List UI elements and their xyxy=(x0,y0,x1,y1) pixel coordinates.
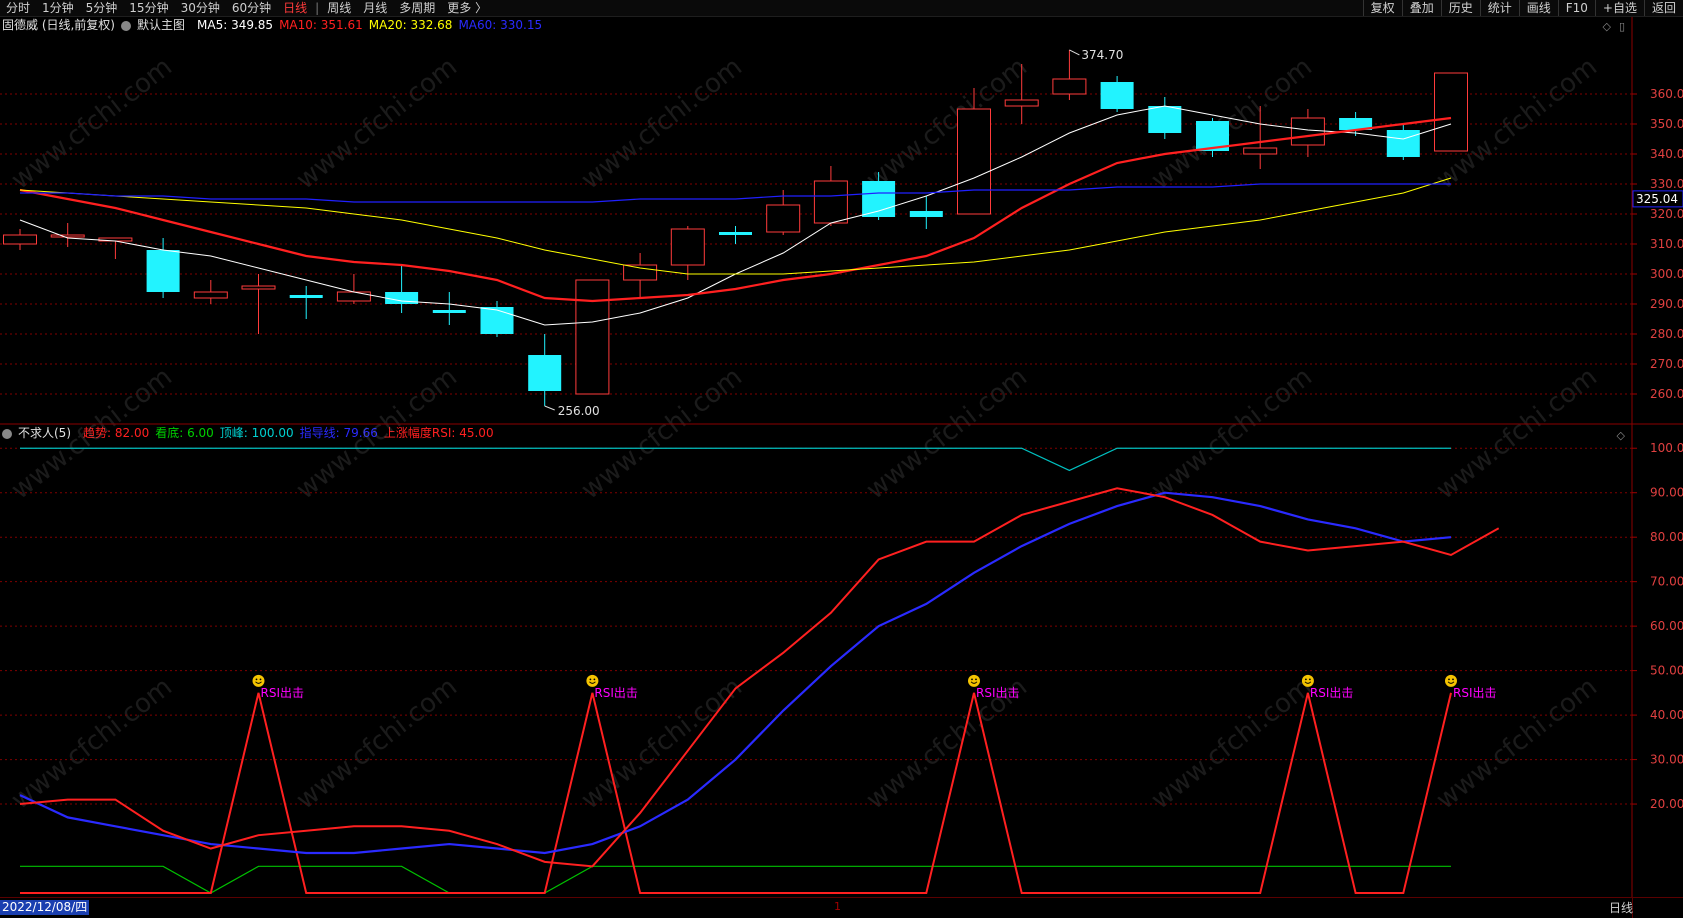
high-marker-arrow xyxy=(1069,49,1080,56)
cursor-mark: 1 xyxy=(834,900,841,913)
candle-body-down xyxy=(862,181,896,217)
candle-body-down xyxy=(1100,82,1134,109)
watermark-text: www.cfchi.com xyxy=(291,672,463,816)
smiley-eye xyxy=(1452,678,1454,681)
smiley-eye xyxy=(1448,678,1450,681)
candle-body-down xyxy=(146,250,180,292)
candle-body-up xyxy=(1290,117,1325,146)
indicator-tick-label: 50.00 xyxy=(1650,664,1683,678)
current-price-label: 325.04 xyxy=(1636,192,1678,206)
candle-body-up xyxy=(1052,78,1087,95)
indicator-line-0 xyxy=(19,487,1500,868)
watermark-text: www.cfchi.com xyxy=(6,672,178,816)
watermark-text: www.cfchi.com xyxy=(1431,362,1603,506)
indicator-tick-label: 60.00 xyxy=(1650,619,1683,633)
rsi-signal-marker: RSI出击 xyxy=(1445,674,1497,700)
rsi-signal-label: RSI出击 xyxy=(1453,686,1497,700)
candle-body-down xyxy=(719,232,752,235)
candle-body-down xyxy=(528,355,562,391)
ma-line-ma60 xyxy=(20,183,1451,203)
indicator-tick-label: 80.00 xyxy=(1650,530,1683,544)
rsi-signal-label: RSI出击 xyxy=(261,686,305,700)
high-price-label: 374.70 xyxy=(1081,48,1123,62)
indicator-tick-label: 20.00 xyxy=(1650,797,1683,811)
candle-body-up xyxy=(957,108,991,215)
candle-body-down xyxy=(432,310,466,313)
candle-body-up xyxy=(575,279,610,395)
low-price-label: 256.00 xyxy=(558,404,600,418)
candle-body-up xyxy=(813,180,848,224)
candle-body-up xyxy=(193,291,228,299)
smiley-eye xyxy=(593,678,596,681)
candle-body-down xyxy=(289,295,323,298)
price-tick-label: 300.0 xyxy=(1650,267,1683,281)
period-label-box xyxy=(1632,898,1683,918)
candle-body-up xyxy=(766,204,801,233)
price-tick-label: 310.0 xyxy=(1650,237,1683,251)
cursor-date: 2022/12/08/四 xyxy=(0,900,90,915)
candle-body-up xyxy=(1434,72,1468,152)
rsi-signal-label: RSI出击 xyxy=(976,686,1020,700)
smiley-eye xyxy=(589,678,592,681)
time-axis-bar: 2022/12/08/四 1 日线 xyxy=(0,897,1683,918)
smiley-eye xyxy=(975,678,977,681)
price-tick-label: 330.0 xyxy=(1650,177,1683,191)
smiley-eye xyxy=(971,678,973,681)
candle-body-up xyxy=(623,264,658,281)
rsi-signal-label: RSI出击 xyxy=(594,686,638,700)
indicator-line-2 xyxy=(20,447,1451,472)
candle-body-down xyxy=(1386,130,1420,157)
candle-body-down xyxy=(480,307,514,334)
smiley-eye xyxy=(1309,678,1311,681)
low-marker-arrow xyxy=(544,405,555,411)
indicator-line-3 xyxy=(19,491,1452,855)
smiley-eye xyxy=(259,678,262,681)
price-tick-label: 350.0 xyxy=(1650,117,1683,131)
rsi-signal-marker: RSI出击 xyxy=(252,674,305,700)
indicator-line-1 xyxy=(20,865,1451,894)
watermark-text: www.cfchi.com xyxy=(1146,672,1318,816)
rsi-signal-marker: RSI出击 xyxy=(1301,674,1354,700)
watermark-text: www.cfchi.com xyxy=(1146,362,1318,506)
watermark-group: www.cfchi.com www.cfchi.com www.cfchi.com w… xyxy=(6,52,1603,816)
candle-body-up xyxy=(241,285,276,290)
candle-body-up xyxy=(3,234,37,245)
price-tick-label: 360.0 xyxy=(1650,87,1683,101)
candle-body-up xyxy=(50,234,85,238)
candle-body-down xyxy=(1148,106,1182,133)
price-tick-label: 270.0 xyxy=(1650,357,1683,371)
indicator-tick-label: 70.00 xyxy=(1650,575,1683,589)
smiley-eye xyxy=(1305,678,1307,681)
candle-body-up xyxy=(1004,99,1039,107)
price-tick-label: 260.0 xyxy=(1650,387,1683,401)
watermark-text: www.cfchi.com xyxy=(291,362,463,506)
indicator-tick-label: 30.00 xyxy=(1650,753,1683,767)
indicator-tick-label: 100.0 xyxy=(1650,441,1683,455)
rsi-signal-marker: RSI出击 xyxy=(586,674,638,700)
stock-chart-canvas[interactable]: www.cfchi.com www.cfchi.com www.cfchi.com w… xyxy=(0,0,1683,917)
price-tick-label: 280.0 xyxy=(1650,327,1683,341)
candle-body-down xyxy=(909,211,943,217)
watermark-text: www.cfchi.com xyxy=(861,362,1033,506)
smiley-eye xyxy=(255,678,258,681)
price-tick-label: 340.0 xyxy=(1650,147,1683,161)
candle-body-up xyxy=(670,228,705,266)
candle-body-up xyxy=(1243,147,1278,155)
price-tick-label: 290.0 xyxy=(1650,297,1683,311)
indicator-tick-label: 40.00 xyxy=(1650,708,1683,722)
candle-body-up xyxy=(336,291,371,302)
rsi-signal-label: RSI出击 xyxy=(1310,686,1354,700)
period-label[interactable]: 日线 xyxy=(1609,900,1633,916)
indicator-tick-label: 90.00 xyxy=(1650,486,1683,500)
watermark-text: www.cfchi.com xyxy=(6,362,178,506)
price-tick-label: 320.0 xyxy=(1650,207,1683,221)
